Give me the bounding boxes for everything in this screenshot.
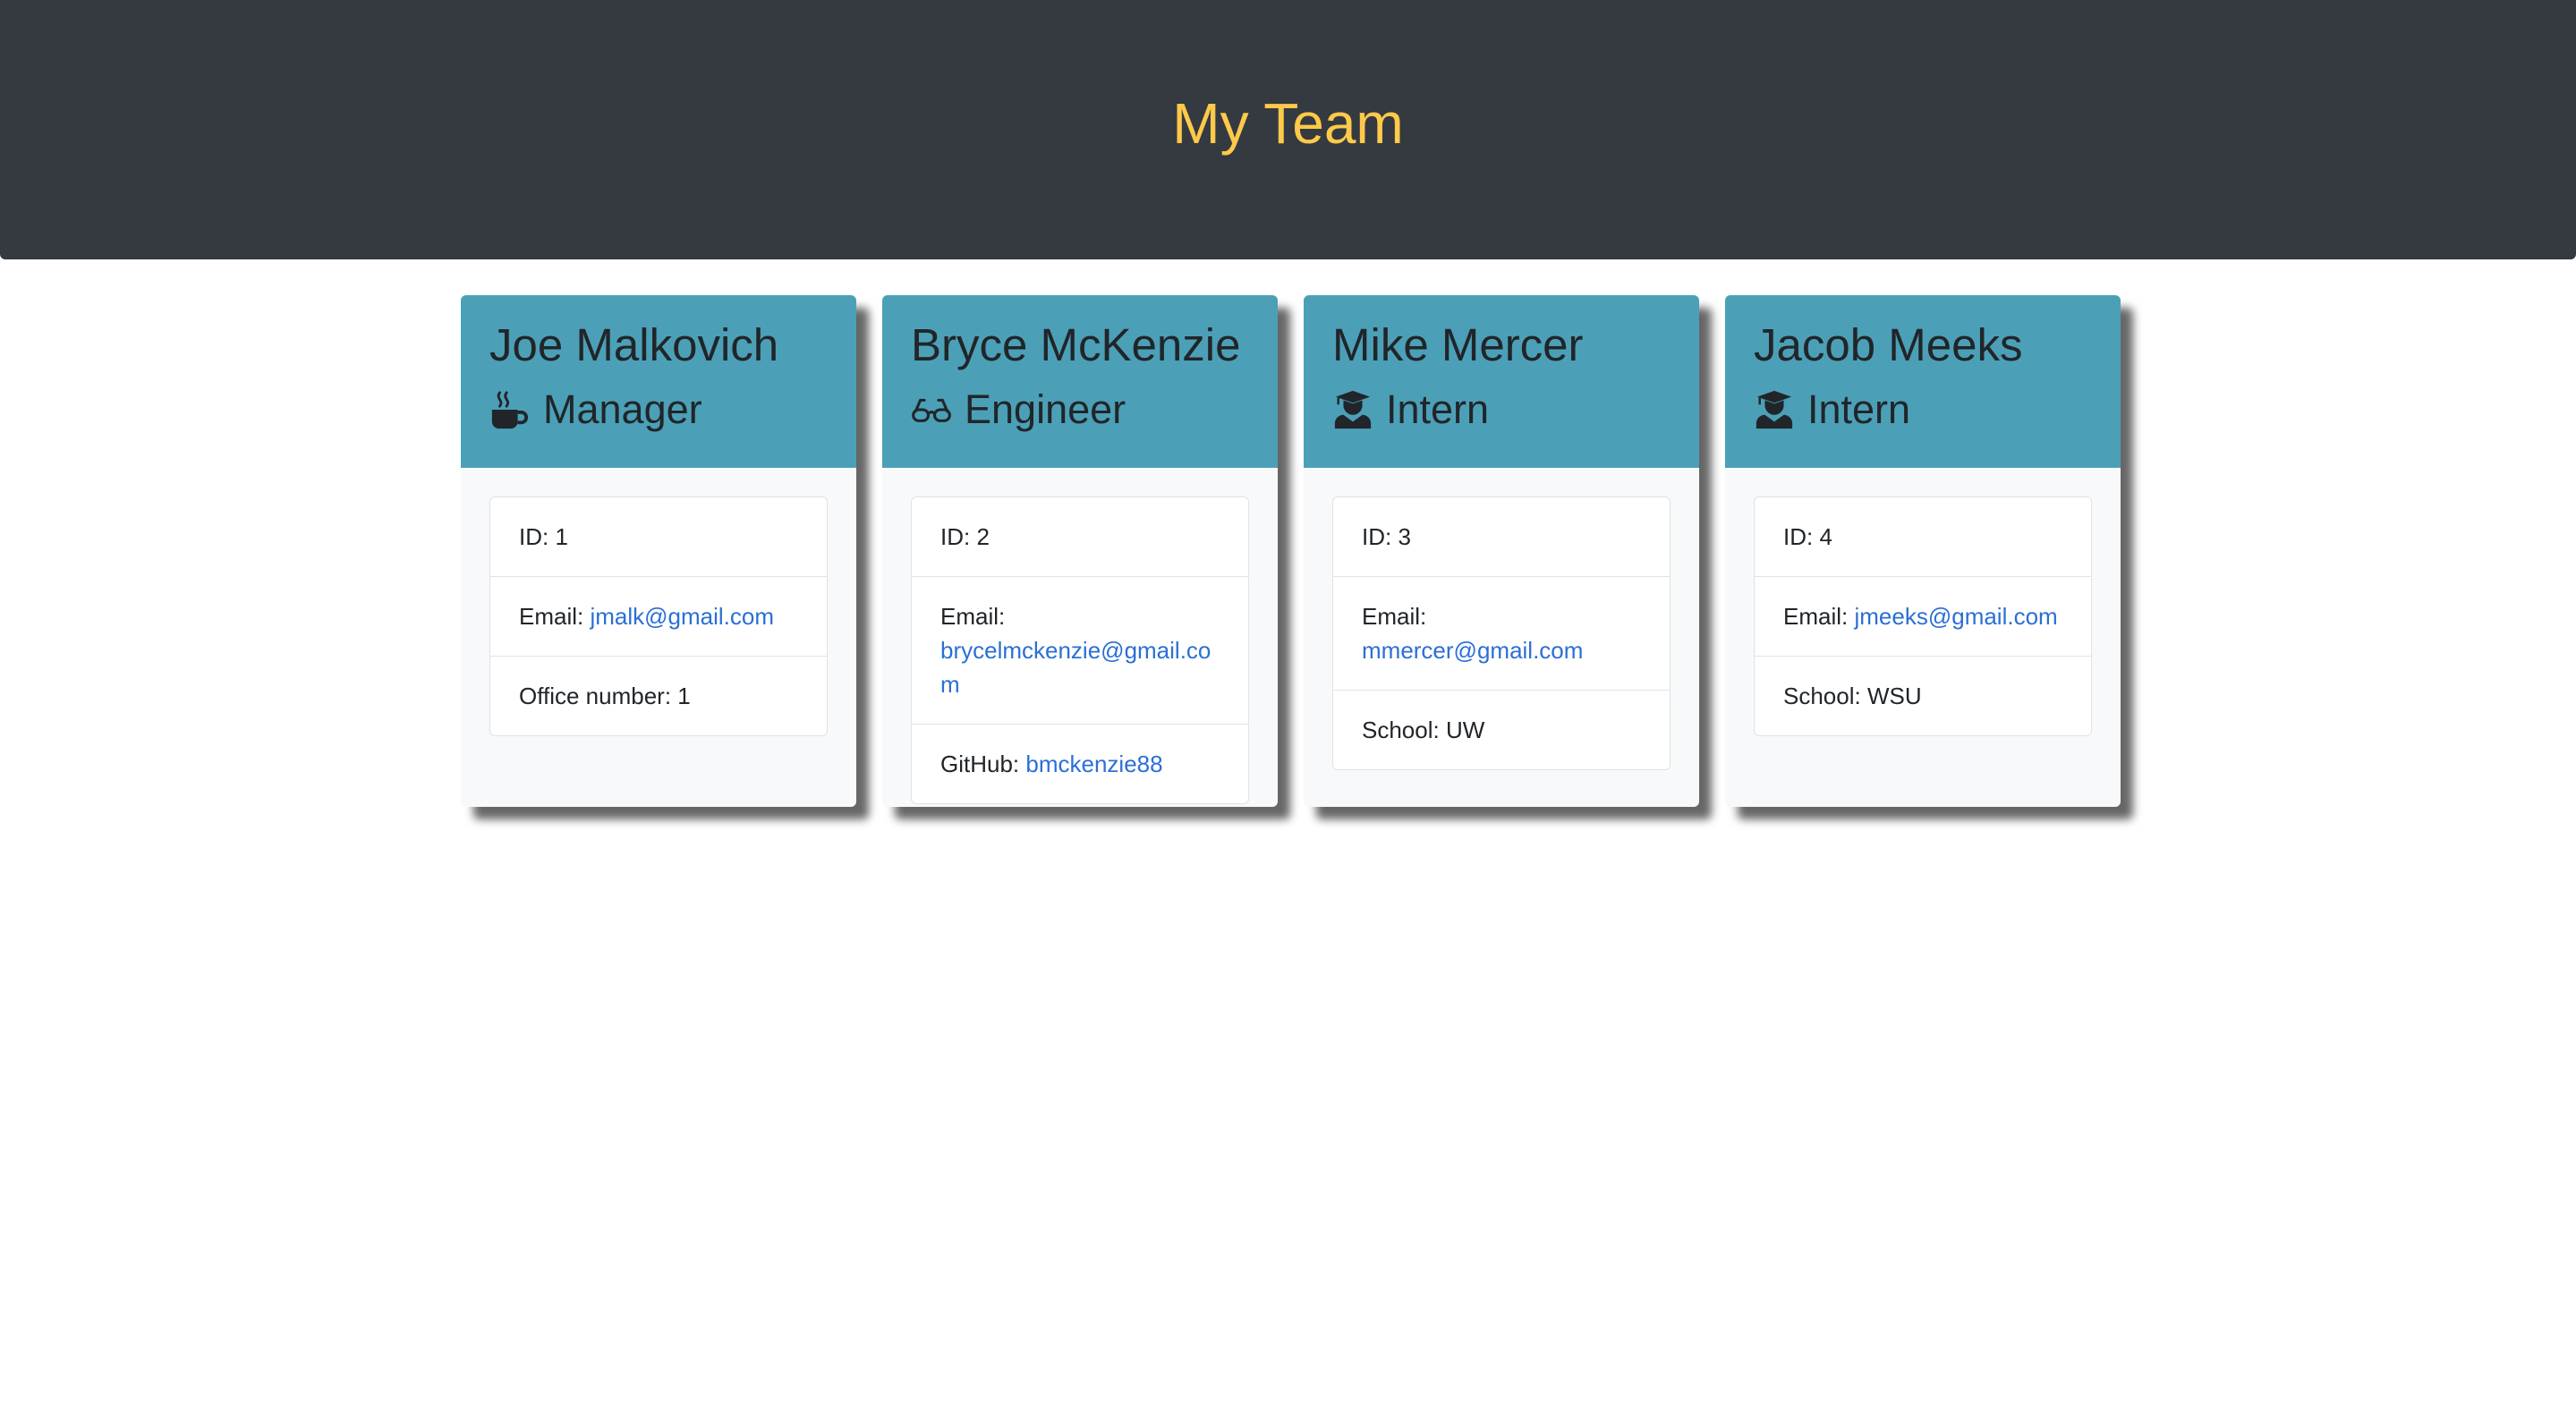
employee-card-engineer: Bryce McKenzie Engineer ID: 2 Email: bry… <box>882 295 1278 807</box>
employee-name: Joe Malkovich <box>489 319 779 370</box>
info-school: School: WSU <box>1783 683 1922 709</box>
employee-name: Mike Mercer <box>1332 319 1584 370</box>
github-label: GitHub: <box>940 751 1020 777</box>
email-link[interactable]: brycelmckenzie@gmail.com <box>940 637 1211 698</box>
info-list: ID: 2 Email: brycelmckenzie@gmail.com Gi… <box>911 496 1249 804</box>
card-header: Joe Malkovich Manager <box>461 295 856 468</box>
info-list: ID: 3 Email: mmercer@gmail.com School: U… <box>1332 496 1671 770</box>
employee-role: Manager <box>489 377 828 442</box>
graduate-icon <box>1332 389 1373 430</box>
employee-name: Bryce McKenzie <box>911 319 1241 370</box>
email-link[interactable]: jmeeks@gmail.com <box>1854 603 2057 630</box>
info-office-number: Office number: 1 <box>519 683 691 709</box>
email-label: Email: <box>1362 603 1427 630</box>
role-label: Intern <box>1386 386 1490 432</box>
info-github: GitHub: bmckenzie88 <box>912 725 1248 803</box>
info-school: School: UW <box>1362 717 1485 743</box>
page-title: My Team <box>1172 91 1404 156</box>
info-list: ID: 4 Email: jmeeks@gmail.com School: WS… <box>1754 496 2092 736</box>
info-id: ID: 4 <box>1755 497 2091 577</box>
info-id: ID: 2 <box>912 497 1248 577</box>
info-id: ID: 3 <box>1333 497 1670 577</box>
info-email: Email: jmalk@gmail.com <box>490 577 827 657</box>
graduate-icon <box>1754 389 1795 430</box>
email-label: Email: <box>1783 603 1849 630</box>
info-email: Email: mmercer@gmail.com <box>1333 577 1670 691</box>
employee-role: Intern <box>1332 377 1671 442</box>
info-list: ID: 1 Email: jmalk@gmail.com Office numb… <box>489 496 828 736</box>
card-header: Mike Mercer Intern <box>1304 295 1699 468</box>
info-id: ID: 1 <box>490 497 827 577</box>
mug-hot-icon <box>489 389 531 430</box>
employee-card-intern: Jacob Meeks Intern ID: 4 Email: jmeeks@g… <box>1725 295 2121 807</box>
info-email: Email: brycelmckenzie@gmail.com <box>912 577 1248 725</box>
page-header: My Team <box>0 0 2576 259</box>
card-header: Jacob Meeks Intern <box>1725 295 2121 468</box>
employee-card-manager: Joe Malkovich Manager ID: 1 Email: jmalk… <box>461 295 856 807</box>
role-label: Manager <box>543 386 702 432</box>
github-link[interactable]: bmckenzie88 <box>1025 751 1162 777</box>
team-cards: Joe Malkovich Manager ID: 1 Email: jmalk… <box>461 295 2121 807</box>
email-link[interactable]: mmercer@gmail.com <box>1362 637 1583 664</box>
employee-role: Engineer <box>911 377 1249 442</box>
glasses-icon <box>911 389 952 430</box>
email-label: Email: <box>940 603 1006 630</box>
role-label: Intern <box>1807 386 1911 432</box>
email-link[interactable]: jmalk@gmail.com <box>590 603 774 630</box>
employee-card-intern: Mike Mercer Intern ID: 3 Email: mmercer@… <box>1304 295 1699 807</box>
info-email: Email: jmeeks@gmail.com <box>1755 577 2091 657</box>
role-label: Engineer <box>965 386 1126 432</box>
email-label: Email: <box>519 603 584 630</box>
employee-name: Jacob Meeks <box>1754 319 2023 370</box>
employee-role: Intern <box>1754 377 2092 442</box>
card-header: Bryce McKenzie Engineer <box>882 295 1278 468</box>
